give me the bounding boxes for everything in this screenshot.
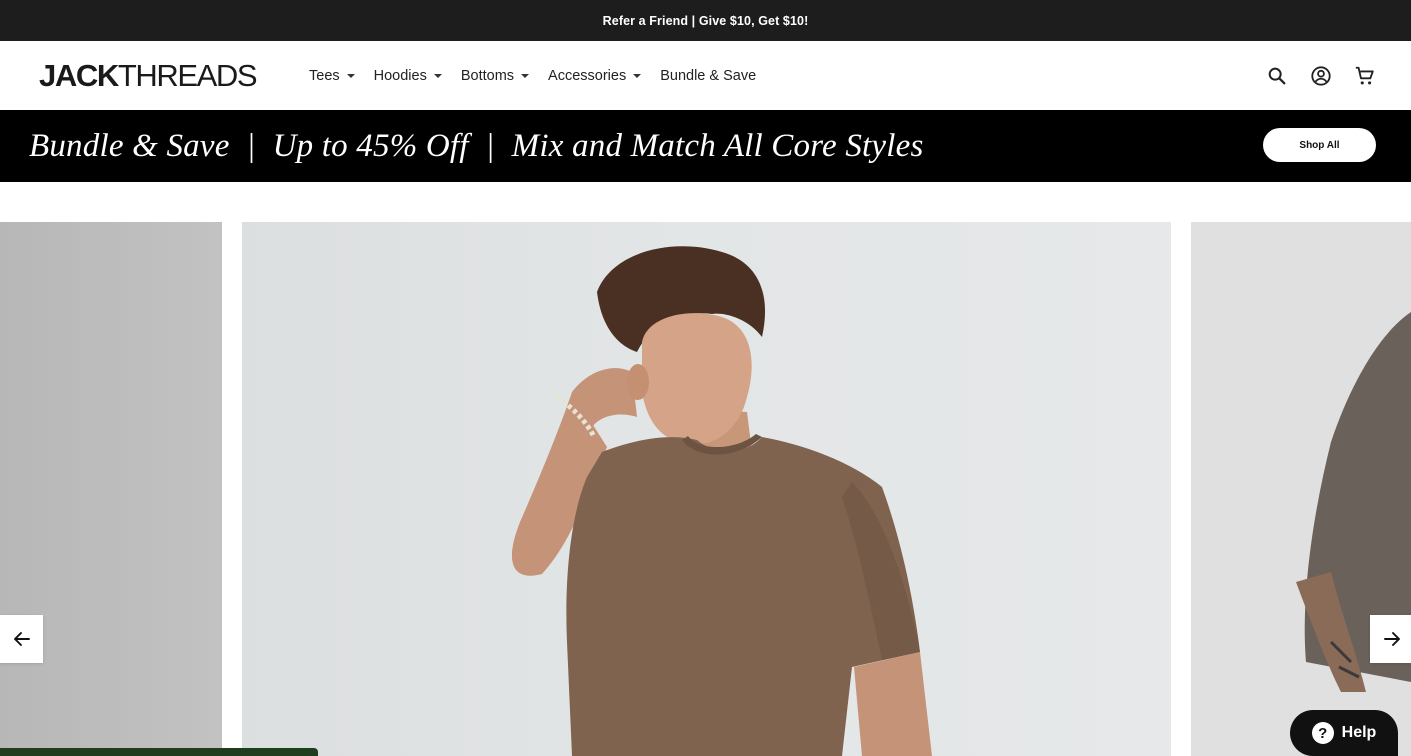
carousel-next-button[interactable] xyxy=(1370,615,1411,663)
caret-down-icon xyxy=(633,73,642,78)
notification-toast[interactable] xyxy=(0,748,318,756)
nav-item-label: Bottoms xyxy=(460,67,515,84)
logo[interactable]: JACK THREADS xyxy=(39,57,258,93)
caret-down-icon xyxy=(433,73,442,78)
help-label: Help xyxy=(1341,724,1377,741)
help-button[interactable]: ? Help xyxy=(1290,710,1398,756)
main-nav: Tees Hoodies Bottoms Accessories Bundle … xyxy=(309,41,775,110)
nav-item-bottoms[interactable]: Bottoms xyxy=(460,67,530,84)
nav-item-accessories[interactable]: Accessories xyxy=(548,67,642,84)
announcement-bar: Refer a Friend | Give $10, Get $10! xyxy=(0,0,1411,41)
nav-item-hoodies[interactable]: Hoodies xyxy=(374,68,442,84)
logo-light-text: THREADS xyxy=(117,57,258,93)
model-brown-tee-image xyxy=(511,246,932,756)
caret-down-icon xyxy=(346,73,355,78)
logo-bold-text: JACK xyxy=(39,57,119,93)
nav-item-label: Tees xyxy=(309,67,340,84)
carousel-slide-active[interactable] xyxy=(242,222,1171,756)
shop-all-button[interactable]: Shop All xyxy=(1263,128,1376,162)
carousel-slide-previous[interactable] xyxy=(0,222,222,756)
arrow-right-icon xyxy=(1383,632,1400,646)
site-header: JACK THREADS Tees Hoodies Bottoms Accesso… xyxy=(0,41,1411,110)
nav-item-tees[interactable]: Tees xyxy=(309,68,355,84)
carousel-prev-button[interactable] xyxy=(0,615,43,663)
caret-down-icon xyxy=(521,73,530,78)
account-icon[interactable] xyxy=(1309,64,1333,88)
nav-item-bundle-save[interactable]: Bundle & Save xyxy=(660,68,756,84)
promo-banner: Bundle & Save | Up to 45% Off | Mix and … xyxy=(0,110,1411,182)
nav-item-label: Accessories xyxy=(548,67,627,84)
promo-text: Bundle & Save | Up to 45% Off | Mix and … xyxy=(29,127,924,164)
refer-a-friend-link[interactable]: Refer a Friend | Give $10, Get $10! xyxy=(603,14,809,28)
product-carousel xyxy=(0,222,1411,756)
question-icon: ? xyxy=(1311,722,1334,744)
cart-icon[interactable] xyxy=(1353,64,1377,88)
arrow-left-icon xyxy=(13,632,30,646)
slide-image xyxy=(0,222,222,756)
header-icons xyxy=(1245,41,1377,110)
nav-item-label: Bundle & Save xyxy=(660,67,757,84)
search-icon[interactable] xyxy=(1265,64,1289,88)
nav-item-label: Hoodies xyxy=(373,67,427,84)
slide-image xyxy=(1191,222,1411,756)
carousel-slide-next[interactable] xyxy=(1191,222,1411,756)
